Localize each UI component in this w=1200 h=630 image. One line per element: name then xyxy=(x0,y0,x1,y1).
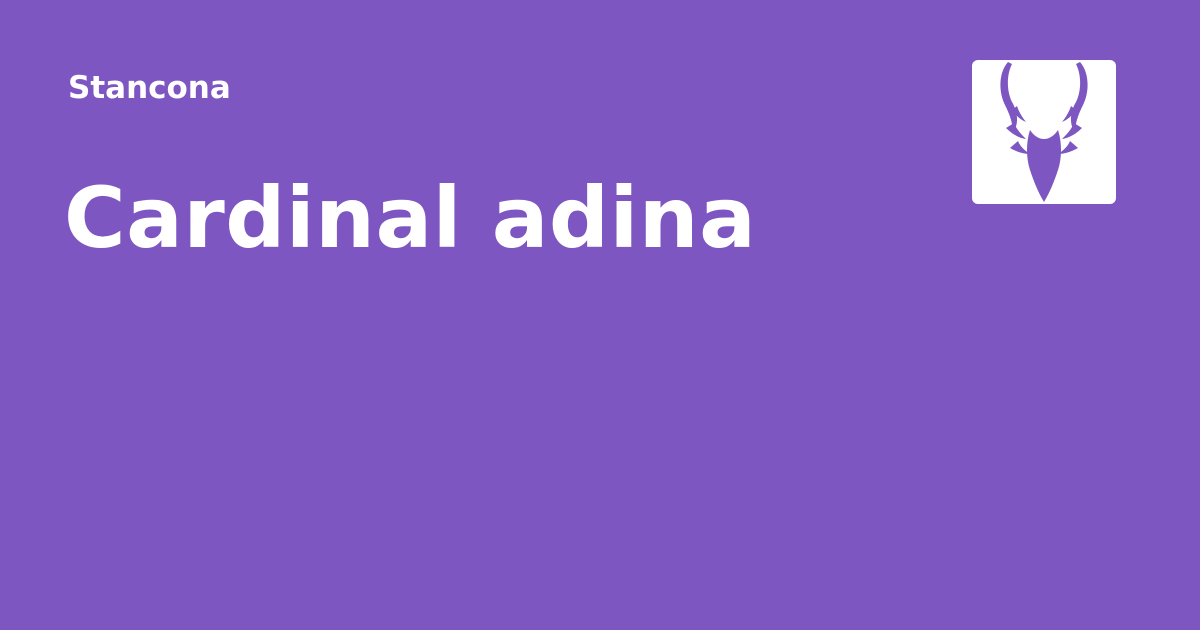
preview-card: Stancona Cardinal adina xyxy=(0,0,1200,630)
page-title: Cardinal adina xyxy=(64,169,757,267)
logo-tile xyxy=(972,60,1116,204)
dragon-head-icon xyxy=(1000,62,1088,202)
site-name: Stancona xyxy=(68,70,231,106)
